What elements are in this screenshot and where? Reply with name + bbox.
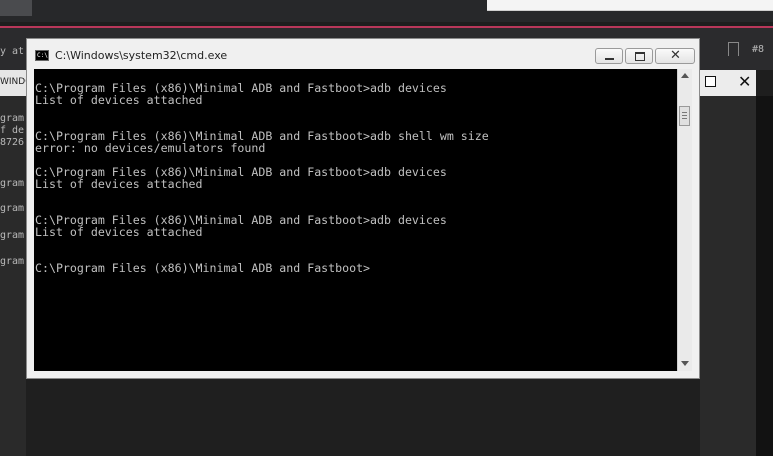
background-text: gram <box>0 256 25 267</box>
close-button[interactable]: ✕ <box>655 48 695 64</box>
background-edge <box>756 96 773 456</box>
background-text: gram <box>0 178 25 189</box>
window-titlebar[interactable]: C:\ C:\Windows\system32\cmd.exe ✕ <box>27 39 699 69</box>
maximize-icon[interactable] <box>705 76 716 87</box>
maximize-button[interactable] <box>625 48 653 64</box>
scroll-thumb[interactable] <box>679 106 690 126</box>
background-white-panel <box>487 0 773 11</box>
minimize-button[interactable] <box>595 48 623 64</box>
console-line: List of devices attached <box>35 225 203 239</box>
background-text: f de <box>0 125 25 136</box>
background-text: gram <box>0 203 25 214</box>
console-line: List of devices attached <box>35 93 203 107</box>
console-output[interactable]: C:\Program Files (x86)\Minimal ADB and F… <box>34 69 677 371</box>
background-text: #8 <box>752 44 765 55</box>
background-right-panel <box>700 70 756 456</box>
background-text: 8726 <box>0 137 25 148</box>
minimize-icon <box>605 58 614 60</box>
background-text: y at <box>0 46 25 57</box>
console-line: error: no devices/emulators found <box>35 141 266 155</box>
scroll-down-icon[interactable] <box>681 361 689 366</box>
bookmark-icon[interactable] <box>728 42 739 56</box>
window-title: C:\Windows\system32\cmd.exe <box>55 49 228 62</box>
vertical-scrollbar[interactable] <box>677 69 692 371</box>
background-text: gram <box>0 113 25 124</box>
cmd-window: C:\ C:\Windows\system32\cmd.exe ✕ C:\Pro… <box>26 38 700 379</box>
background-text: gram <box>0 230 25 241</box>
close-icon: ✕ <box>670 48 681 63</box>
background-bottom <box>26 379 700 456</box>
scroll-up-icon[interactable] <box>681 73 689 78</box>
console-line: List of devices attached <box>35 177 203 191</box>
cmd-icon: C:\ <box>35 50 49 61</box>
close-icon[interactable]: ✕ <box>738 72 751 91</box>
background-thumbnail <box>0 0 32 16</box>
maximize-icon <box>635 52 645 61</box>
console-line: C:\Program Files (x86)\Minimal ADB and F… <box>35 261 371 275</box>
background-window-tab: WINDO <box>0 70 32 96</box>
